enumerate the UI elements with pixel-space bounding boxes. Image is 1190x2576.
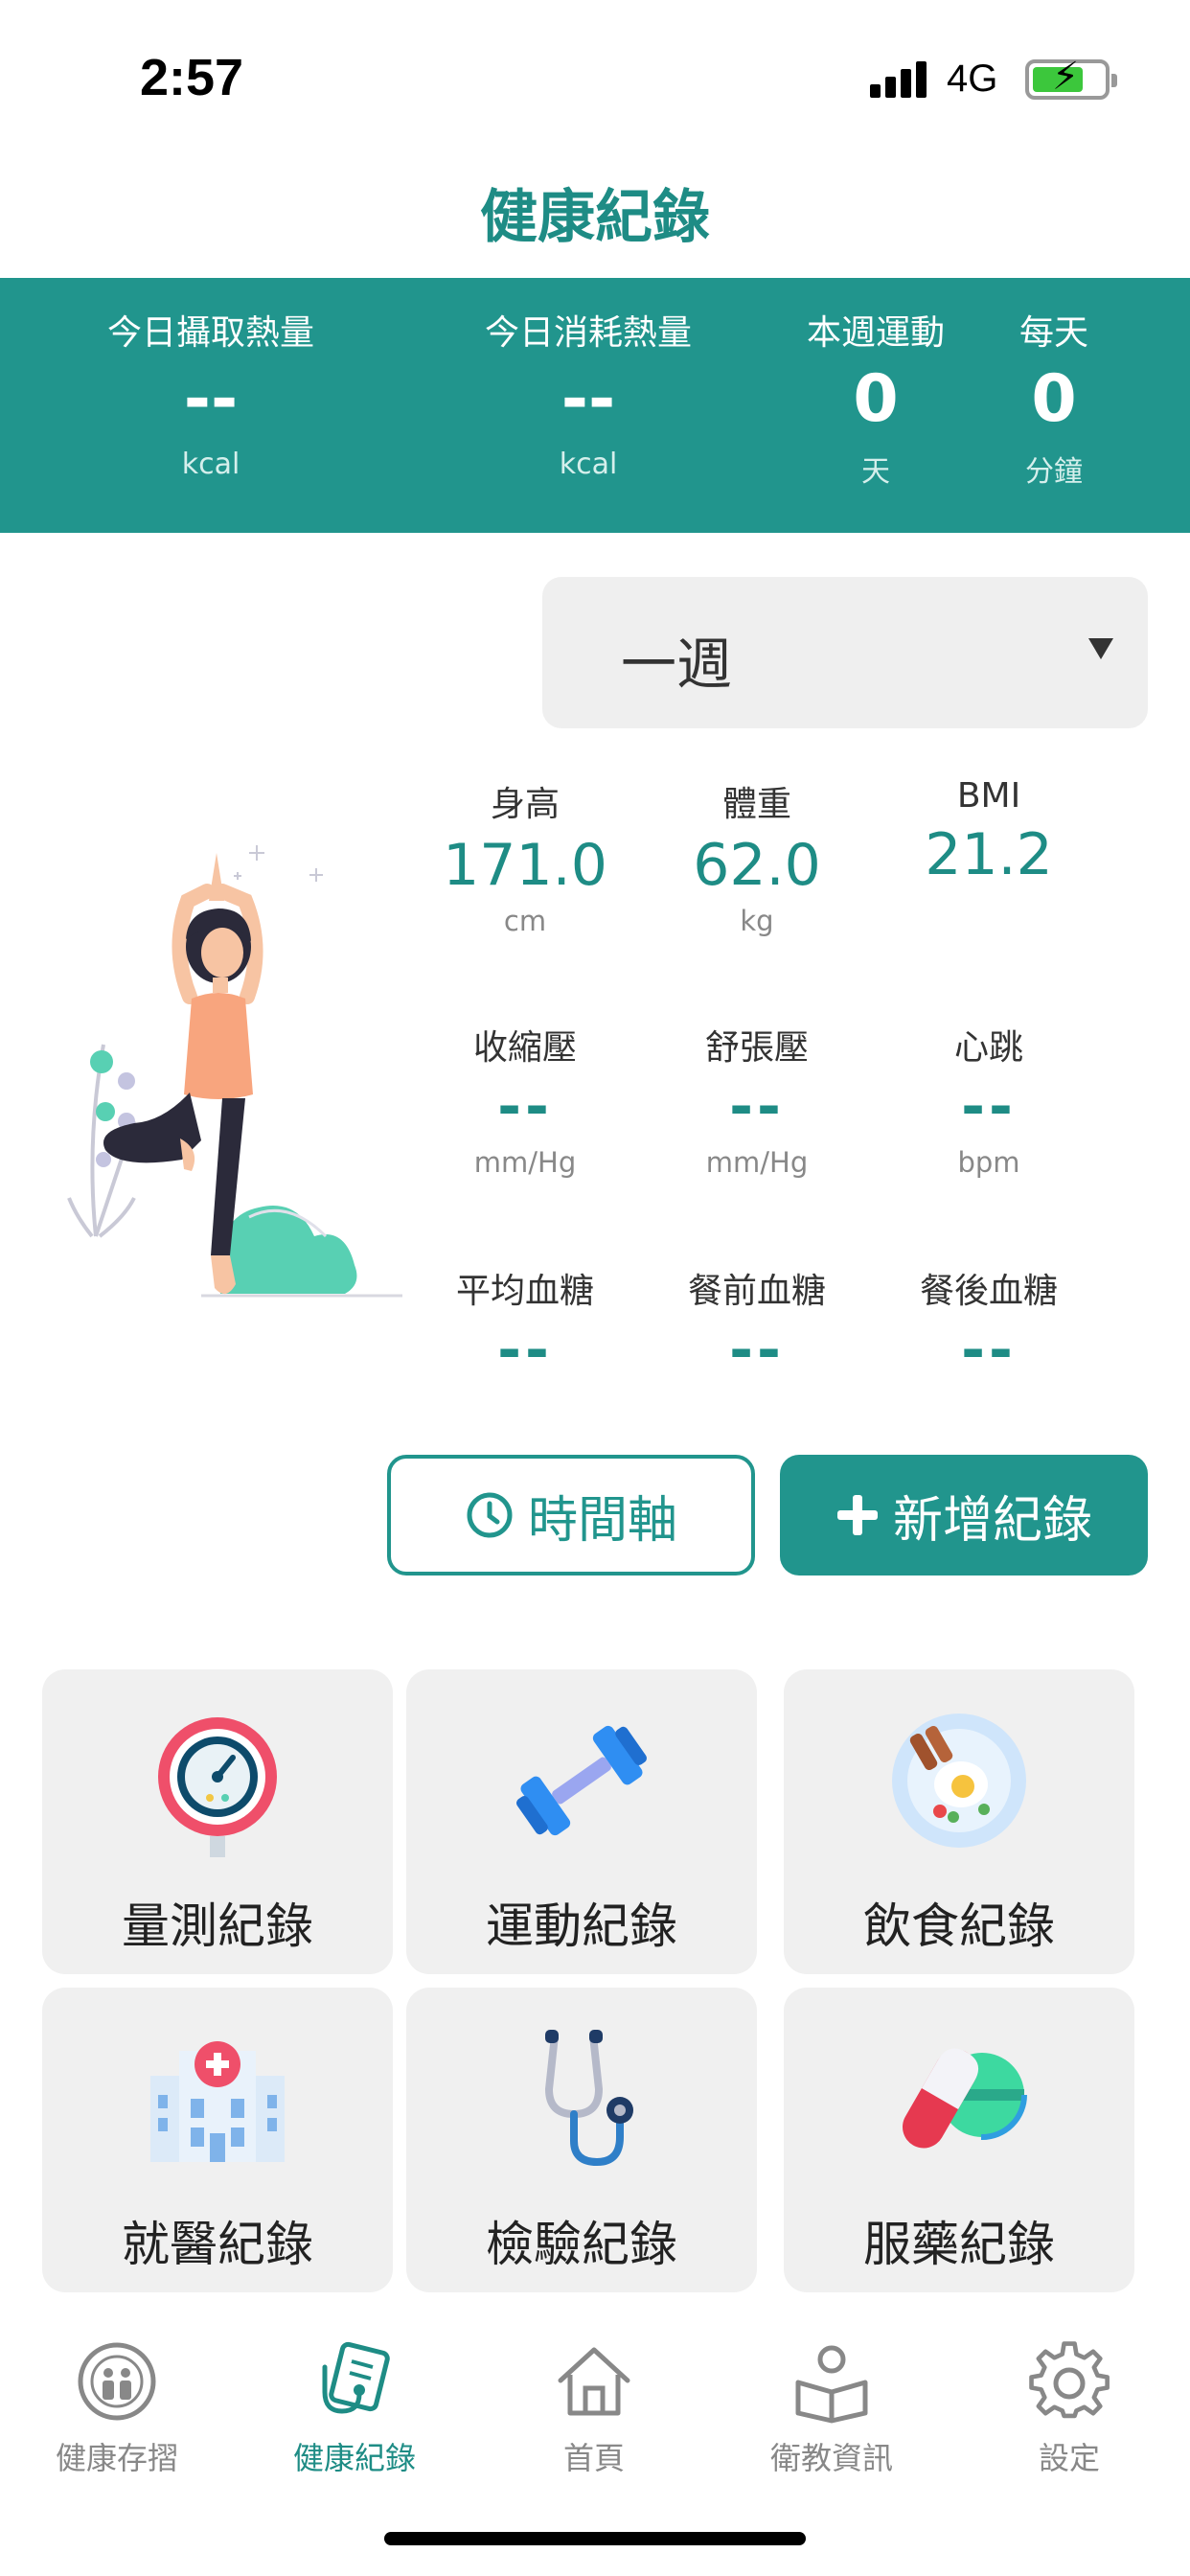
tile-diet-record[interactable]: 飲食紀錄 xyxy=(784,1669,1134,1974)
network-type: 4G xyxy=(947,58,998,100)
metric-unit: bpm xyxy=(957,1146,1020,1179)
tile-medical-visit-record[interactable]: 就醫紀錄 xyxy=(42,1988,393,2292)
pills-icon xyxy=(903,2048,1027,2149)
reading-person-icon xyxy=(795,2345,868,2424)
summary-intake: 今日攝取熱量 -- kcal xyxy=(67,305,355,481)
metric-label: 平均血糖 xyxy=(455,1272,594,1311)
gear-icon xyxy=(1029,2341,1110,2419)
summary-label: 今日消耗熱量 xyxy=(484,313,692,353)
cellular-signal-icon xyxy=(870,59,929,98)
tile-medication-record[interactable]: 服藥紀錄 xyxy=(784,1988,1134,2292)
tile-label: 服藥紀錄 xyxy=(863,2217,1055,2272)
metric-value: -- xyxy=(497,1073,553,1140)
metric-value: -- xyxy=(729,1073,785,1140)
tab-label: 健康存摺 xyxy=(55,2440,178,2476)
status-time: 2:57 xyxy=(140,49,244,106)
page-title: 健康紀錄 xyxy=(480,184,710,251)
metric-value: 171.0 xyxy=(443,832,607,899)
tab-health-passbook[interactable]: 健康存摺 xyxy=(21,2338,213,2478)
tile-label: 飲食紀錄 xyxy=(863,1898,1055,1954)
summary-unit: 分鐘 xyxy=(1025,454,1083,489)
tile-label: 運動紀錄 xyxy=(486,1898,677,1954)
tab-settings[interactable]: 設定 xyxy=(973,2338,1165,2478)
metric-systolic: 收縮壓 -- mm/Hg xyxy=(410,1020,640,1179)
tab-home[interactable]: 首頁 xyxy=(498,2338,690,2478)
tile-exercise-record[interactable]: 運動紀錄 xyxy=(406,1669,757,1974)
metric-value: -- xyxy=(961,1073,1017,1140)
metric-diastolic: 舒張壓 -- mm/Hg xyxy=(642,1020,872,1179)
metric-label: 收縮壓 xyxy=(472,1028,577,1068)
metric-unit: cm xyxy=(503,905,547,937)
tab-health-record[interactable]: 健康紀錄 xyxy=(259,2338,450,2478)
timeline-button[interactable]: 時間軸 xyxy=(387,1455,755,1576)
metric-label: 餐後血糖 xyxy=(919,1272,1058,1311)
period-select-value: 一週 xyxy=(621,632,733,697)
metric-value: 21.2 xyxy=(925,821,1053,888)
metric-unit: kg xyxy=(740,905,774,937)
metric-bmi: BMI 21.2 xyxy=(874,776,1104,894)
metric-height: 身高 171.0 cm xyxy=(410,776,640,937)
summary-label: 本週運動 xyxy=(806,313,945,353)
metric-pre-meal-glucose: 餐前血糖 -- xyxy=(642,1263,872,1382)
dumbbell-icon xyxy=(516,1725,647,1836)
food-plate-icon xyxy=(892,1714,1026,1848)
tile-measurement-record[interactable]: 量測紀錄 xyxy=(42,1669,393,1974)
hospital-icon xyxy=(150,2041,285,2162)
clock-icon xyxy=(467,1492,513,1538)
summary-value: -- xyxy=(561,361,616,437)
summary-unit: 天 xyxy=(861,454,890,489)
summary-weekly-exercise: 本週運動 0 天 xyxy=(780,305,972,490)
metric-unit: mm/Hg xyxy=(705,1146,809,1179)
metric-avg-glucose: 平均血糖 -- xyxy=(410,1263,640,1382)
summary-value: -- xyxy=(183,361,239,437)
metric-label: 體重 xyxy=(721,785,791,824)
tile-label: 檢驗紀錄 xyxy=(486,2217,677,2272)
summary-daily-minutes: 每天 0 分鐘 xyxy=(987,305,1121,490)
metric-post-meal-glucose: 餐後血糖 -- xyxy=(874,1263,1104,1382)
metric-value: -- xyxy=(497,1317,553,1384)
metric-value: -- xyxy=(729,1317,785,1384)
yoga-woman-illustration xyxy=(67,845,402,1298)
summary-label: 今日攝取熱量 xyxy=(106,313,314,353)
add-record-button[interactable]: 新增紀錄 xyxy=(780,1455,1148,1576)
status-bar: 2:57 4G ⚡ xyxy=(0,0,1190,144)
tab-label: 首頁 xyxy=(562,2440,625,2476)
plus-icon xyxy=(836,1495,878,1535)
tile-label: 量測紀錄 xyxy=(122,1898,313,1954)
tab-label: 設定 xyxy=(1038,2440,1100,2476)
health-passbook-icon xyxy=(78,2342,156,2421)
tab-label: 健康紀錄 xyxy=(292,2440,416,2476)
summary-burned: 今日消耗熱量 -- kcal xyxy=(445,305,732,481)
battery-icon: ⚡ xyxy=(1025,58,1117,100)
period-select[interactable]: 一週 xyxy=(542,577,1148,728)
metric-label: 心跳 xyxy=(953,1028,1023,1068)
metric-label: BMI xyxy=(956,776,1021,816)
tile-lab-test-record[interactable]: 檢驗紀錄 xyxy=(406,1988,757,2292)
summary-value: 0 xyxy=(1031,361,1077,437)
summary-unit: kcal xyxy=(181,447,240,481)
metric-label: 舒張壓 xyxy=(704,1028,809,1068)
metric-label: 身高 xyxy=(490,785,560,824)
metric-weight: 體重 62.0 kg xyxy=(642,776,872,937)
metric-label: 餐前血糖 xyxy=(687,1272,826,1311)
stethoscope-icon xyxy=(544,2030,633,2167)
tile-label: 就醫紀錄 xyxy=(122,2217,313,2272)
summary-unit: kcal xyxy=(559,447,618,481)
health-record-icon xyxy=(322,2341,390,2414)
metric-value: 62.0 xyxy=(693,832,821,899)
summary-label: 每天 xyxy=(1018,313,1088,353)
home-icon xyxy=(558,2347,630,2416)
metric-unit: mm/Hg xyxy=(473,1146,577,1179)
gauge-icon xyxy=(158,1717,277,1857)
summary-value: 0 xyxy=(853,361,899,437)
home-indicator xyxy=(384,2532,806,2545)
dropdown-arrow-icon xyxy=(1088,638,1113,659)
tab-health-education[interactable]: 衛教資訊 xyxy=(736,2338,927,2478)
metric-heart-rate: 心跳 -- bpm xyxy=(874,1020,1104,1179)
tab-label: 衛教資訊 xyxy=(769,2440,893,2476)
metric-value: -- xyxy=(961,1317,1017,1384)
add-record-button-label: 新增紀錄 xyxy=(892,1491,1092,1550)
timeline-button-label: 時間軸 xyxy=(527,1491,677,1550)
summary-band: 今日攝取熱量 -- kcal 今日消耗熱量 -- kcal 本週運動 0 天 每… xyxy=(0,278,1190,533)
